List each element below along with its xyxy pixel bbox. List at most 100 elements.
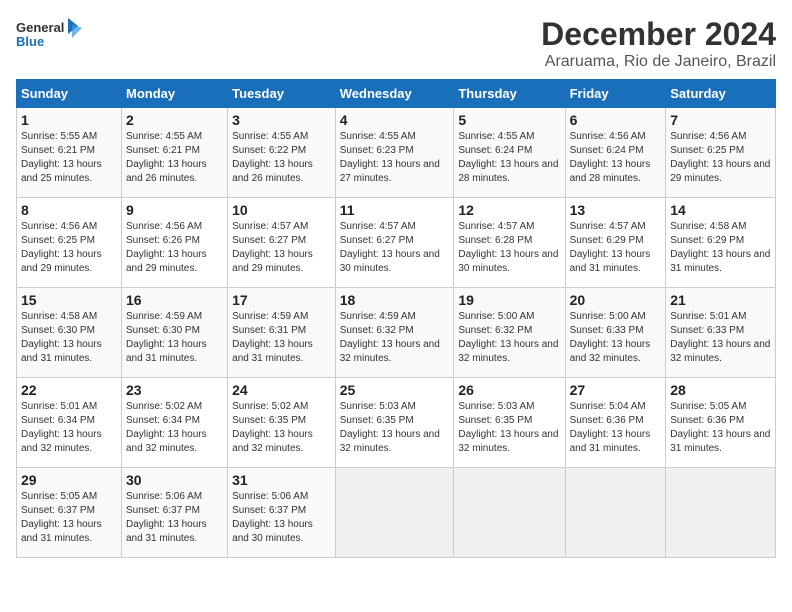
table-row: 12 Sunrise: 4:57 AMSunset: 6:28 PMDaylig… bbox=[454, 198, 565, 288]
page-header: General Blue December 2024 Araruama, Rio… bbox=[16, 16, 776, 71]
day-number: 12 bbox=[458, 202, 560, 218]
day-number: 3 bbox=[232, 112, 331, 128]
day-number: 22 bbox=[21, 382, 117, 398]
table-row: 9 Sunrise: 4:56 AMSunset: 6:26 PMDayligh… bbox=[121, 198, 227, 288]
day-info: Sunrise: 5:01 AMSunset: 6:33 PMDaylight:… bbox=[670, 311, 770, 364]
day-number: 2 bbox=[126, 112, 223, 128]
calendar-table: Sunday Monday Tuesday Wednesday Thursday… bbox=[16, 79, 776, 558]
day-info: Sunrise: 4:56 AMSunset: 6:24 PMDaylight:… bbox=[570, 131, 651, 184]
table-row: 6 Sunrise: 4:56 AMSunset: 6:24 PMDayligh… bbox=[565, 108, 666, 198]
day-number: 26 bbox=[458, 382, 560, 398]
col-sunday: Sunday bbox=[17, 80, 122, 108]
table-row: 23 Sunrise: 5:02 AMSunset: 6:34 PMDaylig… bbox=[121, 378, 227, 468]
table-row: 8 Sunrise: 4:56 AMSunset: 6:25 PMDayligh… bbox=[17, 198, 122, 288]
day-info: Sunrise: 4:55 AMSunset: 6:24 PMDaylight:… bbox=[458, 131, 558, 184]
day-info: Sunrise: 4:56 AMSunset: 6:25 PMDaylight:… bbox=[670, 131, 770, 184]
day-info: Sunrise: 5:02 AMSunset: 6:35 PMDaylight:… bbox=[232, 401, 313, 454]
col-saturday: Saturday bbox=[666, 80, 776, 108]
day-info: Sunrise: 5:00 AMSunset: 6:33 PMDaylight:… bbox=[570, 311, 651, 364]
day-number: 19 bbox=[458, 292, 560, 308]
col-friday: Friday bbox=[565, 80, 666, 108]
table-row: 14 Sunrise: 4:58 AMSunset: 6:29 PMDaylig… bbox=[666, 198, 776, 288]
day-number: 6 bbox=[570, 112, 662, 128]
day-info: Sunrise: 4:55 AMSunset: 6:22 PMDaylight:… bbox=[232, 131, 313, 184]
day-number: 14 bbox=[670, 202, 771, 218]
day-info: Sunrise: 4:58 AMSunset: 6:30 PMDaylight:… bbox=[21, 311, 102, 364]
table-row: 29 Sunrise: 5:05 AMSunset: 6:37 PMDaylig… bbox=[17, 468, 122, 558]
calendar-row: 8 Sunrise: 4:56 AMSunset: 6:25 PMDayligh… bbox=[17, 198, 776, 288]
day-number: 31 bbox=[232, 472, 331, 488]
day-number: 8 bbox=[21, 202, 117, 218]
table-row: 26 Sunrise: 5:03 AMSunset: 6:35 PMDaylig… bbox=[454, 378, 565, 468]
logo: General Blue bbox=[16, 16, 86, 56]
header-row: Sunday Monday Tuesday Wednesday Thursday… bbox=[17, 80, 776, 108]
day-number: 21 bbox=[670, 292, 771, 308]
day-info: Sunrise: 5:06 AMSunset: 6:37 PMDaylight:… bbox=[126, 491, 207, 544]
day-info: Sunrise: 5:05 AMSunset: 6:37 PMDaylight:… bbox=[21, 491, 102, 544]
day-info: Sunrise: 5:02 AMSunset: 6:34 PMDaylight:… bbox=[126, 401, 207, 454]
table-row: 30 Sunrise: 5:06 AMSunset: 6:37 PMDaylig… bbox=[121, 468, 227, 558]
day-info: Sunrise: 5:55 AMSunset: 6:21 PMDaylight:… bbox=[21, 131, 102, 184]
day-number: 29 bbox=[21, 472, 117, 488]
calendar-row: 22 Sunrise: 5:01 AMSunset: 6:34 PMDaylig… bbox=[17, 378, 776, 468]
col-monday: Monday bbox=[121, 80, 227, 108]
day-info: Sunrise: 4:57 AMSunset: 6:27 PMDaylight:… bbox=[232, 221, 313, 274]
day-info: Sunrise: 4:56 AMSunset: 6:26 PMDaylight:… bbox=[126, 221, 207, 274]
table-row: 27 Sunrise: 5:04 AMSunset: 6:36 PMDaylig… bbox=[565, 378, 666, 468]
subtitle: Araruama, Rio de Janeiro, Brazil bbox=[541, 53, 776, 71]
table-row: 19 Sunrise: 5:00 AMSunset: 6:32 PMDaylig… bbox=[454, 288, 565, 378]
table-row bbox=[454, 468, 565, 558]
table-row: 21 Sunrise: 5:01 AMSunset: 6:33 PMDaylig… bbox=[666, 288, 776, 378]
table-row: 16 Sunrise: 4:59 AMSunset: 6:30 PMDaylig… bbox=[121, 288, 227, 378]
table-row bbox=[666, 468, 776, 558]
day-number: 15 bbox=[21, 292, 117, 308]
main-title: December 2024 bbox=[541, 16, 776, 53]
day-info: Sunrise: 5:00 AMSunset: 6:32 PMDaylight:… bbox=[458, 311, 558, 364]
day-number: 4 bbox=[340, 112, 450, 128]
day-info: Sunrise: 4:57 AMSunset: 6:28 PMDaylight:… bbox=[458, 221, 558, 274]
table-row: 24 Sunrise: 5:02 AMSunset: 6:35 PMDaylig… bbox=[228, 378, 336, 468]
table-row: 5 Sunrise: 4:55 AMSunset: 6:24 PMDayligh… bbox=[454, 108, 565, 198]
title-block: December 2024 Araruama, Rio de Janeiro, … bbox=[541, 16, 776, 71]
day-info: Sunrise: 4:59 AMSunset: 6:30 PMDaylight:… bbox=[126, 311, 207, 364]
day-info: Sunrise: 4:59 AMSunset: 6:32 PMDaylight:… bbox=[340, 311, 440, 364]
day-info: Sunrise: 5:03 AMSunset: 6:35 PMDaylight:… bbox=[340, 401, 440, 454]
table-row: 7 Sunrise: 4:56 AMSunset: 6:25 PMDayligh… bbox=[666, 108, 776, 198]
table-row: 17 Sunrise: 4:59 AMSunset: 6:31 PMDaylig… bbox=[228, 288, 336, 378]
table-row: 31 Sunrise: 5:06 AMSunset: 6:37 PMDaylig… bbox=[228, 468, 336, 558]
day-number: 20 bbox=[570, 292, 662, 308]
day-number: 17 bbox=[232, 292, 331, 308]
day-info: Sunrise: 4:57 AMSunset: 6:27 PMDaylight:… bbox=[340, 221, 440, 274]
day-info: Sunrise: 4:55 AMSunset: 6:23 PMDaylight:… bbox=[340, 131, 440, 184]
day-number: 7 bbox=[670, 112, 771, 128]
day-number: 28 bbox=[670, 382, 771, 398]
table-row: 10 Sunrise: 4:57 AMSunset: 6:27 PMDaylig… bbox=[228, 198, 336, 288]
calendar-row: 29 Sunrise: 5:05 AMSunset: 6:37 PMDaylig… bbox=[17, 468, 776, 558]
day-number: 10 bbox=[232, 202, 331, 218]
day-info: Sunrise: 4:56 AMSunset: 6:25 PMDaylight:… bbox=[21, 221, 102, 274]
day-number: 27 bbox=[570, 382, 662, 398]
svg-text:Blue: Blue bbox=[16, 34, 44, 49]
table-row: 22 Sunrise: 5:01 AMSunset: 6:34 PMDaylig… bbox=[17, 378, 122, 468]
table-row: 4 Sunrise: 4:55 AMSunset: 6:23 PMDayligh… bbox=[335, 108, 454, 198]
table-row: 28 Sunrise: 5:05 AMSunset: 6:36 PMDaylig… bbox=[666, 378, 776, 468]
table-row bbox=[565, 468, 666, 558]
day-info: Sunrise: 4:58 AMSunset: 6:29 PMDaylight:… bbox=[670, 221, 770, 274]
day-number: 24 bbox=[232, 382, 331, 398]
day-number: 30 bbox=[126, 472, 223, 488]
calendar-row: 1 Sunrise: 5:55 AMSunset: 6:21 PMDayligh… bbox=[17, 108, 776, 198]
day-info: Sunrise: 5:01 AMSunset: 6:34 PMDaylight:… bbox=[21, 401, 102, 454]
table-row: 25 Sunrise: 5:03 AMSunset: 6:35 PMDaylig… bbox=[335, 378, 454, 468]
col-tuesday: Tuesday bbox=[228, 80, 336, 108]
day-info: Sunrise: 4:57 AMSunset: 6:29 PMDaylight:… bbox=[570, 221, 651, 274]
table-row: 3 Sunrise: 4:55 AMSunset: 6:22 PMDayligh… bbox=[228, 108, 336, 198]
day-info: Sunrise: 5:04 AMSunset: 6:36 PMDaylight:… bbox=[570, 401, 651, 454]
day-number: 9 bbox=[126, 202, 223, 218]
day-number: 1 bbox=[21, 112, 117, 128]
table-row: 1 Sunrise: 5:55 AMSunset: 6:21 PMDayligh… bbox=[17, 108, 122, 198]
day-number: 11 bbox=[340, 202, 450, 218]
table-row: 18 Sunrise: 4:59 AMSunset: 6:32 PMDaylig… bbox=[335, 288, 454, 378]
col-wednesday: Wednesday bbox=[335, 80, 454, 108]
logo-svg: General Blue bbox=[16, 16, 86, 56]
table-row: 2 Sunrise: 4:55 AMSunset: 6:21 PMDayligh… bbox=[121, 108, 227, 198]
